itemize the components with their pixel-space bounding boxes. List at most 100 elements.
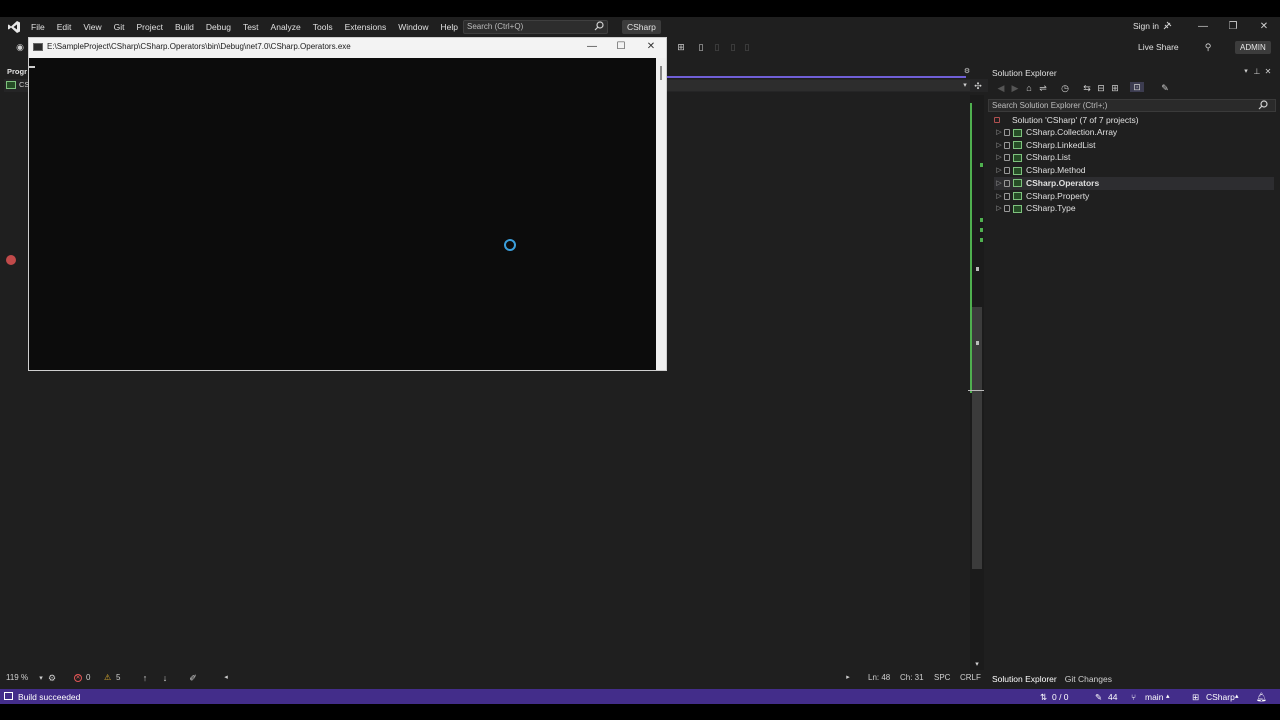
console-window[interactable] [28, 37, 667, 371]
search-icon[interactable] [1258, 100, 1268, 110]
console-scrollbar-thumb[interactable] [660, 66, 662, 80]
repo-dropdown-icon[interactable]: ▴ [1235, 692, 1239, 700]
menu-item-edit[interactable]: Edit [51, 17, 78, 37]
expand-chevron-icon[interactable]: ▷ [994, 190, 1004, 203]
expand-chevron-icon[interactable]: ▷ [994, 177, 1004, 190]
expand-chevron-icon[interactable]: ▷ [994, 139, 1004, 152]
solution-search-input[interactable]: Search Solution Explorer (Ctrl+;) [988, 99, 1276, 112]
search-icon[interactable] [594, 21, 604, 31]
back-icon[interactable]: ◀ [996, 83, 1006, 93]
minimize-button[interactable]: — [1196, 20, 1210, 34]
menu-item-git[interactable]: Git [108, 17, 131, 37]
branch-name[interactable]: main [1145, 692, 1163, 702]
line-number[interactable]: Ln: 48 [868, 673, 890, 682]
pin-panel-icon[interactable]: ⊥ [1253, 67, 1261, 77]
member-dropdown[interactable] [666, 80, 970, 91]
live-share-button[interactable]: Live Share [1138, 42, 1179, 52]
close-panel-icon[interactable]: ✕ [1264, 67, 1272, 77]
zoom-dropdown-icon[interactable]: ▾ [37, 674, 45, 684]
project-node[interactable]: ▷ CSharp.Type [994, 202, 1274, 215]
expand-chevron-icon[interactable]: ▷ [994, 126, 1004, 139]
pending-changes[interactable]: 44 [1108, 692, 1117, 702]
back-icon[interactable]: ◉ [15, 42, 25, 52]
menu-item-file[interactable]: File [25, 17, 51, 37]
warning-count[interactable]: 5 [116, 673, 120, 682]
project-node[interactable]: ▷ CSharp.Operators [994, 176, 1274, 190]
expand-chevron-icon[interactable]: ▷ [994, 151, 1004, 164]
project-node[interactable]: ▷ CSharp.Property [994, 190, 1274, 203]
expand-chevron-icon[interactable]: ▷ [994, 164, 1004, 177]
history-icon[interactable]: ◷ [1060, 83, 1070, 93]
split-editor-icon[interactable]: ✣ [973, 81, 983, 91]
bookmark-prev-icon[interactable]: ▯ [712, 42, 722, 52]
sync-icon[interactable]: ⇆ [1082, 83, 1092, 93]
bookmark-icon[interactable]: ▯ [696, 42, 706, 52]
error-count[interactable]: 0 [86, 673, 90, 682]
previous-issue-icon[interactable]: ↑ [140, 673, 150, 683]
next-issue-icon[interactable]: ↓ [160, 673, 170, 683]
menu-item-debug[interactable]: Debug [200, 17, 237, 37]
repo-icon[interactable]: ⊞ [1192, 692, 1199, 703]
collapse-all-icon[interactable]: ⊟ [1096, 83, 1106, 93]
search-input[interactable]: Search (Ctrl+Q) [463, 20, 608, 34]
home-icon[interactable]: ⌂ [1024, 83, 1034, 93]
properties-icon[interactable]: ✎ [1160, 83, 1170, 93]
menu-item-view[interactable]: View [77, 17, 107, 37]
intellicode-icon[interactable]: ⚙ [47, 673, 57, 683]
expand-chevron-icon[interactable]: ▷ [994, 202, 1004, 215]
scroll-right-icon[interactable]: ▸ [844, 673, 852, 683]
document-tab[interactable]: Progr [4, 66, 30, 77]
menu-item-window[interactable]: Window [392, 17, 434, 37]
chevron-down-icon[interactable]: ▾ [961, 81, 969, 89]
solution-root-node[interactable]: Solution 'CSharp' (7 of 7 projects) [1012, 115, 1139, 125]
console-scrollbar[interactable] [656, 58, 666, 370]
menu-item-extensions[interactable]: Extensions [339, 17, 393, 37]
branch-dropdown-icon[interactable]: ▴ [1166, 692, 1170, 700]
restore-button[interactable]: ❐ [1226, 20, 1240, 34]
zoom-level[interactable]: 119 % [6, 673, 28, 682]
branch-icon[interactable]: ⑂ [1131, 692, 1136, 702]
warning-icon[interactable]: ⚠ [104, 673, 111, 682]
menu-item-tools[interactable]: Tools [307, 17, 339, 37]
tab-git-changes[interactable]: Git Changes [1061, 672, 1116, 686]
menu-item-project[interactable]: Project [131, 17, 169, 37]
notifications-icon[interactable]: 🔔︎ [1256, 692, 1267, 703]
feedback-icon[interactable]: ⚲ [1203, 42, 1213, 52]
tab-dropdown-icon[interactable]: ⚙ [963, 67, 971, 75]
switch-views-icon[interactable]: ⇌ [1038, 83, 1048, 93]
scrollbar-thumb[interactable] [972, 307, 982, 569]
panel-dropdown-icon[interactable]: ▾ [1242, 67, 1250, 77]
error-icon[interactable]: ✕ [74, 674, 82, 682]
filter-icon[interactable]: ⊡ [1130, 82, 1144, 92]
menu-item-build[interactable]: Build [169, 17, 200, 37]
menu-item-help[interactable]: Help [434, 17, 463, 37]
tab-solution-explorer[interactable]: Solution Explorer [988, 672, 1061, 686]
bookmark-next-icon[interactable]: ▯ [728, 42, 738, 52]
sync-status[interactable]: 0 / 0 [1052, 692, 1069, 702]
project-node[interactable]: ▷ CSharp.Collection.Array [994, 126, 1274, 139]
scroll-left-icon[interactable]: ◂ [222, 673, 230, 683]
project-node[interactable]: ▷ CSharp.LinkedList [994, 139, 1274, 152]
menu-item-test[interactable]: Test [237, 17, 265, 37]
line-ending[interactable]: CRLF [960, 673, 981, 682]
breakpoint-marker[interactable] [6, 255, 16, 265]
console-maximize-button[interactable]: ☐ [613, 40, 629, 54]
forward-icon[interactable]: ▶ [1010, 83, 1020, 93]
console-close-button[interactable]: ✕ [643, 40, 659, 54]
sync-arrows-icon[interactable]: ⇅ [1040, 692, 1047, 703]
close-button[interactable]: ✕ [1257, 20, 1271, 34]
project-node[interactable]: ▷ CSharp.Method [994, 164, 1274, 177]
menu-item-analyze[interactable]: Analyze [265, 17, 307, 37]
pencil-icon[interactable]: ✎ [1095, 692, 1102, 703]
scroll-down-icon[interactable]: ▾ [972, 660, 982, 670]
show-all-files-icon[interactable]: ⊞ [1110, 83, 1120, 93]
whitespace-mode[interactable]: SPC [934, 673, 950, 682]
console-minimize-button[interactable]: — [584, 40, 600, 54]
repository-name[interactable]: CSharp [1206, 692, 1235, 702]
sign-in-link[interactable]: Sign in [1133, 21, 1159, 31]
pin-icon[interactable] [1162, 21, 1172, 31]
account-badge[interactable]: ADMIN [1235, 41, 1271, 54]
column-number[interactable]: Ch: 31 [900, 673, 924, 682]
project-node[interactable]: ▷ CSharp.List [994, 151, 1274, 164]
code-cleanup-icon[interactable]: ✐ [187, 673, 199, 683]
